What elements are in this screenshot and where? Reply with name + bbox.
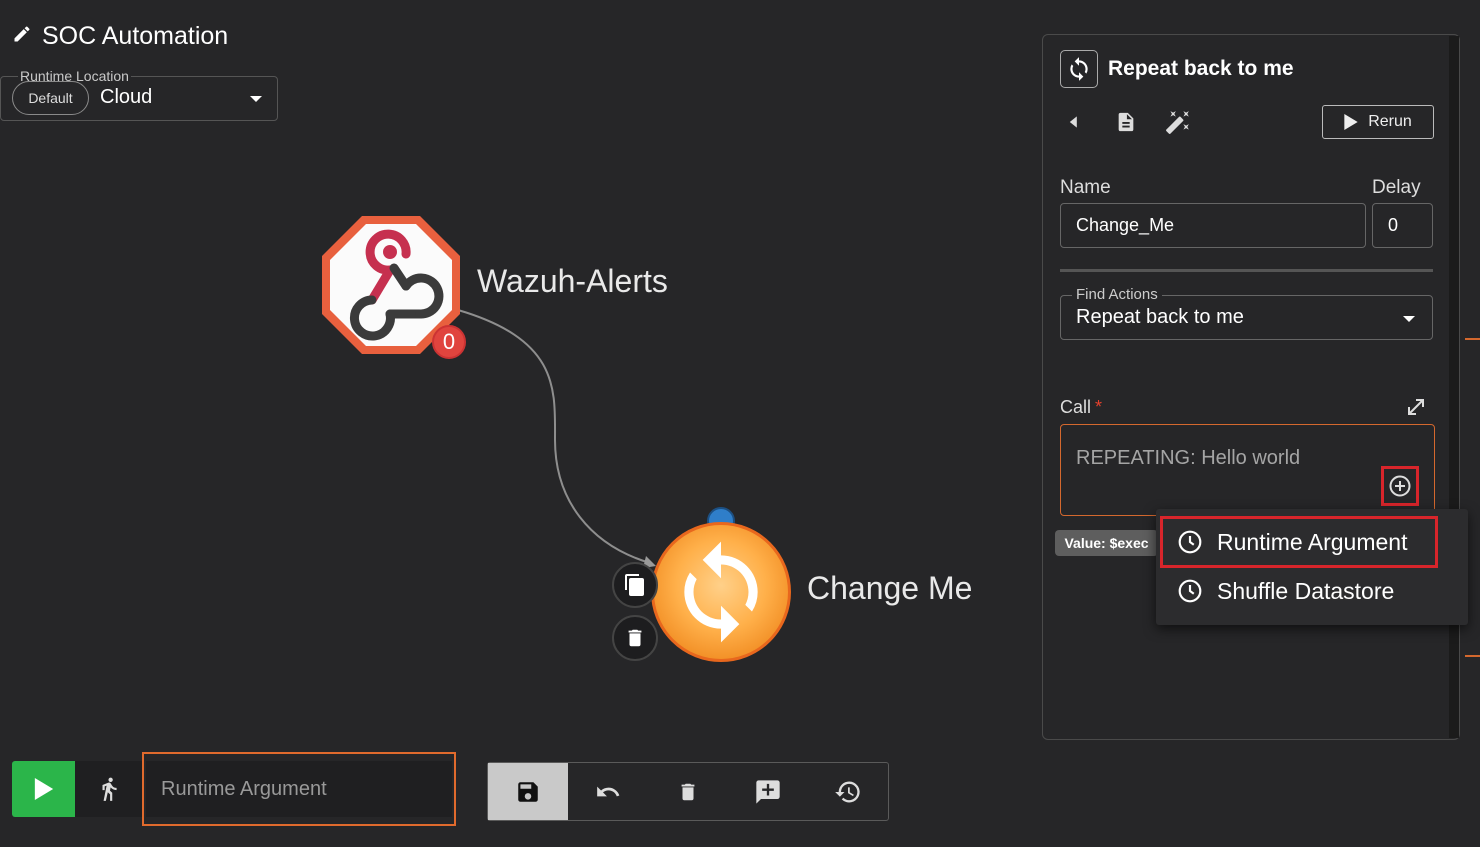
panel-scrollbar[interactable] xyxy=(1449,36,1459,738)
undo-icon xyxy=(597,786,620,796)
document-icon xyxy=(1118,112,1134,132)
node-label-change-me: Change Me xyxy=(807,570,973,606)
runtime-argument-input[interactable]: Runtime Argument xyxy=(146,761,452,817)
name-label: Name xyxy=(1060,177,1111,198)
caret-left-icon xyxy=(1069,116,1077,128)
panel-divider xyxy=(1060,269,1433,272)
copy-icon xyxy=(625,574,644,596)
plus-circle-icon xyxy=(1389,475,1411,497)
running-person-icon xyxy=(102,777,117,801)
clock-icon xyxy=(1178,530,1202,554)
save-icon xyxy=(518,781,538,802)
call-textarea[interactable] xyxy=(1060,424,1435,516)
call-label: Call * xyxy=(1060,397,1102,418)
edge-mark xyxy=(1465,338,1480,340)
menu-item-shuffle-datastore[interactable]: Shuffle Datastore xyxy=(1163,568,1435,614)
call-label-text: Call xyxy=(1060,397,1092,417)
menu-item-runtime-argument[interactable]: Runtime Argument xyxy=(1160,516,1438,568)
magic-wand-icon xyxy=(1166,111,1189,134)
play-icon xyxy=(1344,114,1358,130)
panel-header: Repeat back to me xyxy=(1060,50,1294,88)
trash-icon xyxy=(681,783,695,800)
add-variable-button[interactable] xyxy=(1381,466,1419,506)
play-icon xyxy=(34,778,53,800)
workflow-toolbar xyxy=(487,762,889,821)
node-error-badge: 0 xyxy=(432,325,466,359)
repeat-icon xyxy=(684,541,758,643)
expand-icon xyxy=(1408,399,1424,415)
menu-item-label: Shuffle Datastore xyxy=(1217,577,1395,604)
repeat-app-icon xyxy=(1060,50,1098,88)
history-icon xyxy=(835,781,860,802)
edge-mark xyxy=(1465,655,1480,657)
clock-icon xyxy=(1178,579,1202,603)
caret-down-icon[interactable] xyxy=(1403,316,1415,322)
call-value: REPEATING: Hello world xyxy=(1076,447,1301,469)
node-label-wazuh: Wazuh-Alerts xyxy=(477,263,668,299)
collapse-left-button[interactable] xyxy=(1060,108,1088,136)
trash-icon xyxy=(628,629,642,647)
test-run-button[interactable] xyxy=(75,761,143,817)
copy-node-button[interactable] xyxy=(612,562,658,608)
panel-title: Repeat back to me xyxy=(1108,57,1294,80)
delay-input[interactable]: 0 xyxy=(1372,203,1433,248)
rerun-button[interactable]: Rerun xyxy=(1322,105,1434,139)
expand-button[interactable] xyxy=(1404,395,1428,424)
find-actions-value: Repeat back to me xyxy=(1076,306,1244,328)
action-panel xyxy=(1042,34,1460,740)
menu-item-label: Runtime Argument xyxy=(1217,528,1408,555)
value-tooltip: Value: $exec xyxy=(1055,530,1158,556)
edge-wazuh-to-change xyxy=(457,309,651,564)
node-change-me[interactable] xyxy=(651,522,791,662)
docs-button[interactable] xyxy=(1112,108,1140,136)
find-actions-label: Find Actions xyxy=(1072,286,1162,303)
required-marker: * xyxy=(1095,397,1103,417)
delete-node-button[interactable] xyxy=(612,615,658,661)
save-button[interactable] xyxy=(488,763,568,820)
delay-label: Delay xyxy=(1372,177,1421,198)
history-button[interactable] xyxy=(808,763,888,820)
autocomplete-button[interactable] xyxy=(1164,108,1192,136)
name-input[interactable]: Change_Me xyxy=(1060,203,1366,248)
execute-workflow-button[interactable] xyxy=(12,761,75,817)
undo-button[interactable] xyxy=(568,763,648,820)
rerun-label: Rerun xyxy=(1368,113,1412,130)
delete-button[interactable] xyxy=(648,763,728,820)
add-comment-button[interactable] xyxy=(728,763,808,820)
add-comment-icon xyxy=(756,779,780,804)
